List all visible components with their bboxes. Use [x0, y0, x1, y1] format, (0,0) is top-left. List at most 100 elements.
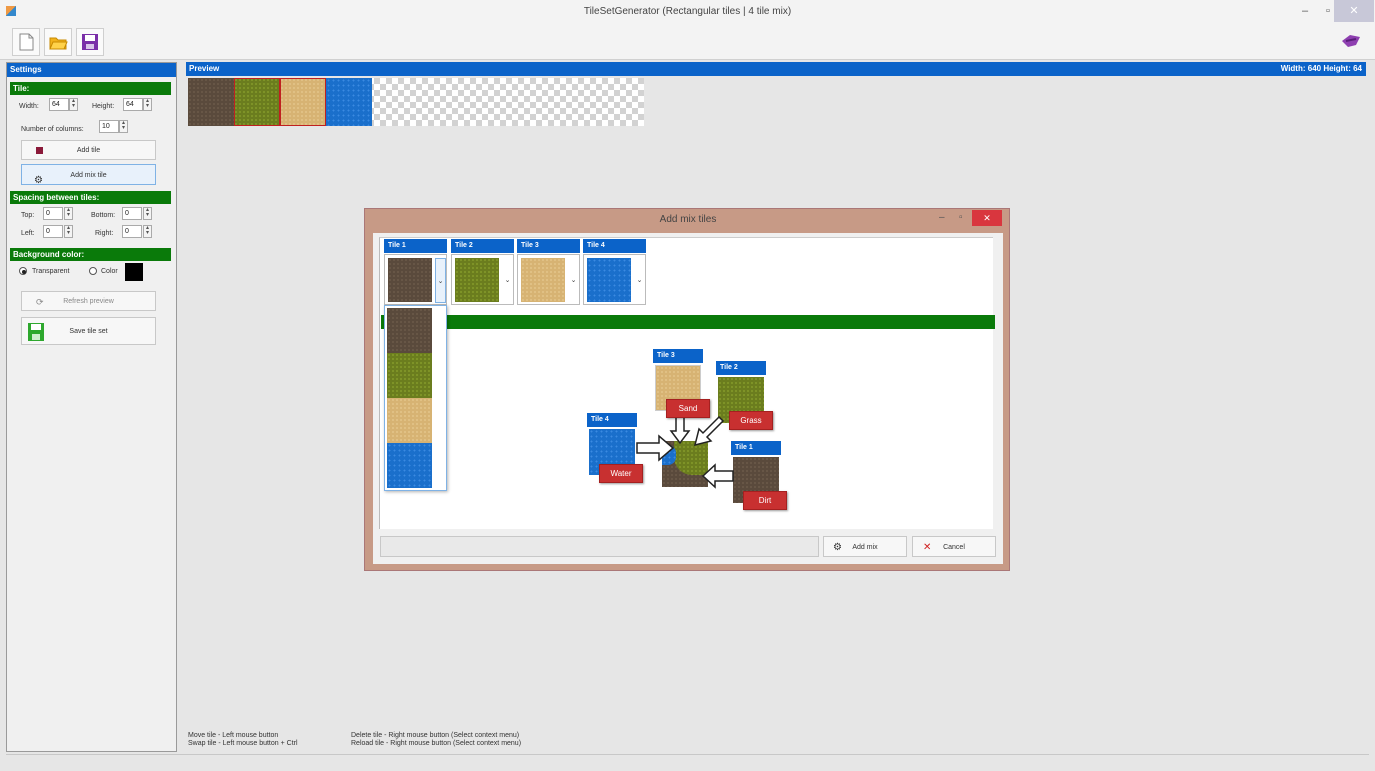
save-button[interactable]: [76, 28, 104, 56]
preview-tile-sand[interactable]: [280, 78, 326, 126]
chevron-down-icon[interactable]: ⌄: [435, 258, 446, 303]
top-label: Top:: [21, 212, 35, 219]
label-grass: Grass: [729, 411, 773, 430]
left-input[interactable]: 0: [43, 225, 63, 238]
hint-swap: Swap tile - Left mouse button + Ctrl: [188, 740, 298, 747]
cancel-label: Cancel: [943, 544, 965, 551]
main-window: TileSetGenerator (Rectangular tiles | 4 …: [0, 0, 1375, 771]
right-input[interactable]: 0: [122, 225, 142, 238]
left-spinner[interactable]: ▴ ▾: [64, 225, 73, 238]
tile2-tab[interactable]: Tile 2: [451, 239, 514, 253]
paint-brush-icon: [1342, 35, 1360, 47]
transparent-label: Transparent: [32, 268, 70, 275]
open-folder-icon: [49, 37, 68, 50]
top-spinner[interactable]: ▴ ▾: [64, 207, 73, 220]
hint-delete: Delete tile - Right mouse button (Select…: [351, 732, 520, 739]
add-mix-tiles-dialog: Add mix tiles – ▫ ✕ Tile 1 ⌄ Tile 2 ⌄ Ti…: [364, 208, 1010, 571]
save-icon-green: [28, 323, 44, 341]
transparent-radio[interactable]: [19, 267, 27, 275]
dialog-minimize-button[interactable]: –: [939, 212, 953, 223]
mix-tile-icon: ⚙: [34, 175, 43, 186]
label-dirt: Dirt: [743, 491, 787, 510]
dialog-status-field: [380, 536, 819, 557]
refresh-label: Refresh preview: [63, 298, 114, 305]
top-input[interactable]: 0: [43, 207, 63, 220]
tile3-combo[interactable]: ⌄: [517, 254, 580, 305]
width-input[interactable]: 64: [49, 98, 69, 111]
brush-button[interactable]: [1337, 28, 1365, 56]
option-grass[interactable]: [387, 353, 432, 398]
bottom-input[interactable]: 0: [122, 207, 142, 220]
hint-reload: Reload tile - Right mouse button (Select…: [351, 740, 522, 747]
tile3-swatch: [521, 258, 565, 302]
tile1-tab[interactable]: Tile 1: [384, 239, 447, 253]
close-button[interactable]: ✕: [1334, 0, 1374, 22]
bottom-spinner[interactable]: ▴ ▾: [143, 207, 152, 220]
refresh-icon: ⟳: [36, 297, 44, 307]
color-radio[interactable]: [89, 267, 97, 275]
spacing-group-header: Spacing between tiles:: [10, 191, 171, 204]
tile-group-header: Tile:: [10, 82, 171, 95]
width-spinner[interactable]: ▴ ▾: [69, 98, 78, 111]
preview-tile-grass[interactable]: [234, 78, 280, 126]
color-label: Color: [101, 268, 118, 275]
left-label: Left:: [21, 230, 35, 237]
new-button[interactable]: [12, 28, 40, 56]
tile1-dropdown-list: [384, 305, 447, 491]
open-button[interactable]: [44, 28, 72, 56]
add-tile-icon: [36, 147, 43, 154]
tile4-swatch: [587, 258, 631, 302]
dialog-title: Add mix tiles: [659, 214, 717, 225]
settings-panel: Settings Tile: Width: 64 ▴ ▾ Height: 64 ▴…: [6, 62, 177, 752]
columns-input[interactable]: 10: [99, 120, 119, 133]
option-dirt[interactable]: [387, 308, 432, 353]
dialog-close-button[interactable]: ✕: [972, 210, 1002, 226]
save-tile-set-button[interactable]: Save tile set: [21, 317, 156, 345]
add-tile-label: Add tile: [76, 147, 101, 154]
window-title: TileSetGenerator (Rectangular tiles | 4 …: [583, 6, 792, 17]
height-input[interactable]: 64: [123, 98, 143, 111]
cancel-button[interactable]: ✕ Cancel: [912, 536, 996, 557]
tile1-combo[interactable]: ⌄: [384, 254, 447, 305]
columns-spinner[interactable]: ▴ ▾: [119, 120, 128, 133]
label-sand: Sand: [666, 399, 710, 418]
preview-tile-water[interactable]: [326, 78, 372, 126]
right-label: Right:: [95, 230, 114, 237]
arrow-left-icon: [701, 463, 734, 489]
preview-title: Preview: [189, 64, 220, 73]
bottom-label: Bottom:: [91, 212, 116, 219]
tile3-tab[interactable]: Tile 3: [517, 239, 580, 253]
tile4-tab[interactable]: Tile 4: [583, 239, 646, 253]
add-mix-label: Add mix: [852, 544, 878, 551]
chevron-down-icon[interactable]: ⌄: [568, 258, 579, 303]
label-water: Water: [599, 464, 643, 483]
status-bar: [6, 754, 1369, 771]
cancel-icon: ✕: [923, 542, 932, 553]
tile2-combo[interactable]: ⌄: [451, 254, 514, 305]
width-label: Width:: [19, 103, 39, 110]
new-file-icon: [19, 33, 34, 51]
option-water[interactable]: [387, 443, 432, 488]
status-hints: Move tile - Left mouse button Swap tile …: [186, 729, 1366, 753]
add-mix-button[interactable]: ⚙ Add mix: [823, 536, 907, 557]
columns-label: Number of columns:: [21, 126, 84, 133]
height-spinner[interactable]: ▴ ▾: [143, 98, 152, 111]
preview-tile-dirt[interactable]: [188, 78, 234, 126]
height-label: Height:: [92, 103, 115, 110]
background-color-swatch[interactable]: [125, 263, 143, 281]
save-tile-set-label: Save tile set: [69, 328, 108, 335]
dialog-body: Tile 1 ⌄ Tile 2 ⌄ Tile 3 ⌄ Tile 4 ⌄ Tile…: [373, 233, 1003, 564]
add-tile-button[interactable]: Add tile: [21, 140, 156, 160]
arrow-down-left-icon: [693, 415, 725, 447]
add-mix-tile-button[interactable]: ⚙ Add mix tile: [21, 164, 156, 186]
chevron-down-icon[interactable]: ⌄: [502, 258, 513, 303]
option-sand[interactable]: [387, 398, 432, 443]
chevron-down-icon[interactable]: ⌄: [634, 258, 645, 303]
dialog-maximize-button[interactable]: ▫: [959, 212, 973, 223]
tile4-combo[interactable]: ⌄: [583, 254, 646, 305]
tile2-swatch: [455, 258, 499, 302]
tile1-swatch: [388, 258, 432, 302]
add-mix-tile-label: Add mix tile: [70, 172, 107, 179]
refresh-preview-button[interactable]: ⟳ Refresh preview: [21, 291, 156, 311]
right-spinner[interactable]: ▴ ▾: [143, 225, 152, 238]
